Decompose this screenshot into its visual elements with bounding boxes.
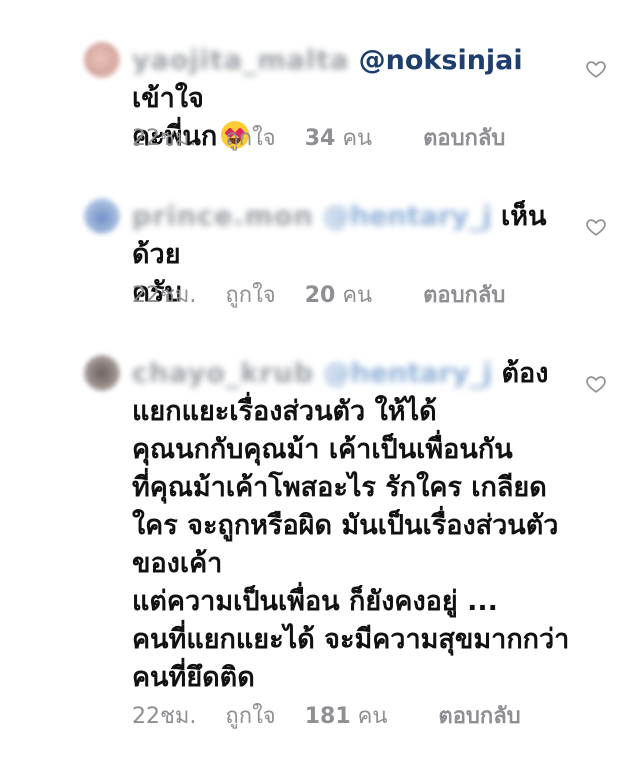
timestamp: 22ชม.: [132, 704, 197, 729]
likes-count[interactable]: ถูกใจ 20 คน: [225, 283, 394, 308]
reply-button[interactable]: ตอบกลับ: [438, 704, 520, 729]
heart-outline-icon[interactable]: [585, 216, 607, 238]
comment-text: chayo_krub @hentary_j ต้อง แยกแยะเรื่องส…: [132, 355, 572, 697]
avatar[interactable]: [84, 198, 120, 234]
likes-count[interactable]: ถูกใจ 34 คน: [225, 126, 394, 151]
comment-body-line: ที่คุณม้าเค้าโพสอะไร รักใคร เกลียด: [132, 472, 547, 503]
comment-body-line: คนที่ยึดติด: [132, 662, 255, 693]
comment-body-line: ใคร จะถูกหรือผิด มันเป็นเรื่องส่วนตัว: [132, 510, 559, 541]
reply-button[interactable]: ตอบกลับ: [423, 126, 505, 151]
comment-body-line: เข้าใจ: [132, 83, 204, 114]
comment-body-line: คุณนกกับคุณม้า เค้าเป็นเพื่อนกัน: [132, 434, 513, 465]
username[interactable]: yaojita_malta: [132, 45, 349, 76]
comment-body-line: ต้อง: [501, 358, 549, 389]
mention-link[interactable]: @noksinjai: [359, 45, 523, 76]
comment-body-line: คนที่แยกแยะได้ จะมีความสุขมากกว่า: [132, 624, 570, 655]
reply-button[interactable]: ตอบกลับ: [423, 283, 505, 308]
timestamp: 22ชม.: [132, 126, 197, 151]
comment-meta: 22ชม. ถูกใจ 20 คน ตอบกลับ: [132, 281, 527, 311]
comment-body-line: แยกแยะเรื่องส่วนตัว ให้ได้: [132, 396, 437, 427]
likes-count[interactable]: ถูกใจ 181 คน: [225, 704, 409, 729]
mention-link[interactable]: @hentary_j: [324, 358, 493, 389]
avatar[interactable]: [84, 42, 120, 78]
comment-meta: 22ชม. ถูกใจ 34 คน ตอบกลับ: [132, 124, 527, 154]
username[interactable]: prince.mon: [132, 201, 314, 232]
mention-link[interactable]: @hentary_j: [323, 201, 492, 232]
heart-outline-icon[interactable]: [585, 58, 607, 80]
comment-meta: 22ชม. ถูกใจ 181 คน ตอบกลับ: [132, 702, 543, 732]
avatar[interactable]: [84, 355, 120, 391]
heart-outline-icon[interactable]: [585, 373, 607, 395]
comment-body-line: ของเค้า: [132, 548, 223, 579]
username[interactable]: chayo_krub: [132, 358, 314, 389]
comment-body-line: แต่ความเป็นเพื่อน ก็ยังคงอยู่ ...: [132, 586, 498, 617]
timestamp: 22ชม.: [132, 283, 197, 308]
